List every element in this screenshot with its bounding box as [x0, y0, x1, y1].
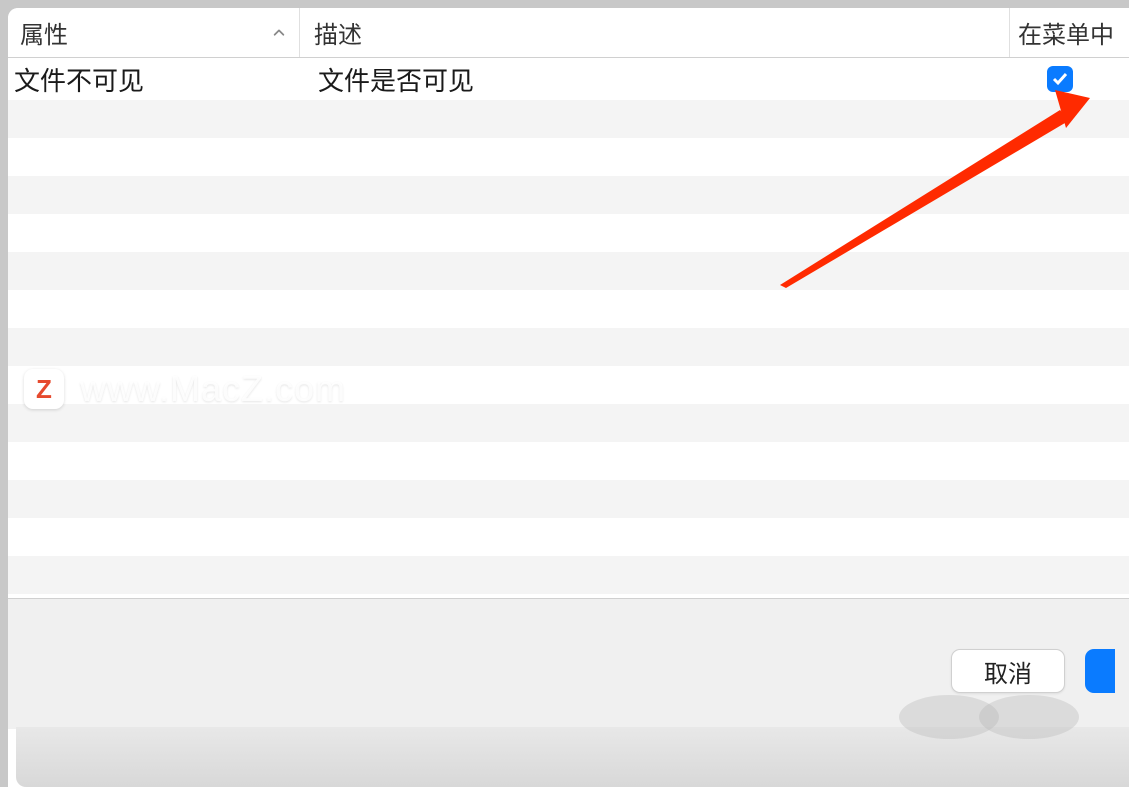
table-row — [8, 252, 1129, 290]
cancel-button-label: 取消 — [984, 654, 1032, 689]
table-row — [8, 518, 1129, 556]
cell-description: 文件是否可见 — [300, 58, 1009, 102]
cell-attribute: 文件不可见 — [8, 58, 300, 102]
table-row[interactable]: 文件不可见 文件是否可见 — [8, 58, 1129, 100]
table-header-row: 属性 描述 在菜单中 — [8, 8, 1129, 58]
table-row — [8, 290, 1129, 328]
table-row — [8, 366, 1129, 404]
column-header-description-label: 描述 — [314, 15, 362, 50]
cell-in-menu — [1009, 62, 1129, 96]
table-row — [8, 176, 1129, 214]
table-row — [8, 480, 1129, 518]
table-row — [8, 404, 1129, 442]
column-header-in-menu[interactable]: 在菜单中 — [1009, 8, 1129, 57]
cancel-button[interactable]: 取消 — [951, 649, 1065, 693]
sort-ascending-icon — [271, 25, 287, 41]
table-row — [8, 100, 1129, 138]
table-row — [8, 442, 1129, 480]
column-header-in-menu-label: 在菜单中 — [1018, 15, 1114, 50]
table-row — [8, 214, 1129, 252]
column-header-attribute-label: 属性 — [20, 15, 68, 50]
in-menu-checkbox[interactable] — [1047, 66, 1073, 92]
column-header-attribute[interactable]: 属性 — [8, 8, 300, 57]
column-header-description[interactable]: 描述 — [300, 8, 1009, 57]
window-bottom-shadow — [16, 727, 1129, 787]
dialog-window: 属性 描述 在菜单中 文件不可见 文件是否可见 — [8, 8, 1129, 787]
confirm-button[interactable] — [1085, 649, 1115, 693]
dialog-footer: 取消 — [8, 599, 1129, 729]
table-row — [8, 328, 1129, 366]
table-row — [8, 556, 1129, 594]
table-body: 文件不可见 文件是否可见 — [8, 58, 1129, 598]
table-row — [8, 138, 1129, 176]
